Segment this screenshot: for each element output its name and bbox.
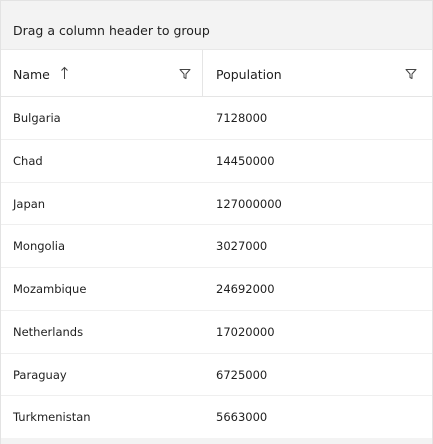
group-panel[interactable]: Drag a column header to group [1,1,432,50]
grid-rows: Bulgaria 7128000 Chad 14450000 Japan 127… [1,97,432,439]
cell-population: 7128000 [216,111,268,125]
cell-name: Mozambique [13,282,87,296]
cell-population: 6725000 [216,367,268,382]
table-row[interactable]: Mongolia 3027000 [1,225,432,268]
cell-population: 24692000 [216,282,275,296]
table-row[interactable]: Bulgaria 7128000 [1,97,432,140]
cell-population: 14450000 [216,153,275,168]
column-header-name-label: Name [13,67,50,82]
cell-name: Mongolia [13,239,66,254]
table-row[interactable]: Paraguay 6725000 [1,354,432,397]
cell-name: Japan [13,196,46,211]
column-header-population-label: Population [216,67,282,82]
table-row[interactable]: Netherlands 17020000 [1,311,432,354]
cell-name: Paraguay [13,367,67,382]
table-row[interactable]: Chad 14450000 [1,140,432,183]
filter-icon[interactable] [179,68,191,80]
cell-name: Netherlands [13,324,84,339]
cell-population: 3027000 [216,239,268,254]
data-grid: Drag a column header to group Name Popul… [0,0,433,444]
sort-ascending-icon[interactable] [60,66,69,80]
group-panel-hint: Drag a column header to group [13,23,210,38]
filter-icon[interactable] [405,68,417,80]
column-header-name[interactable]: Name [1,50,203,96]
column-header-population[interactable]: Population [203,50,432,96]
cell-name: Bulgaria [13,111,61,125]
cell-population: 17020000 [216,324,275,339]
table-row[interactable]: Mozambique 24692000 [1,268,432,311]
column-header-row: Name Population [1,50,432,97]
cell-name: Turkmenistan [13,410,91,425]
table-row[interactable]: Turkmenistan 5663000 [1,396,432,439]
cell-population: 5663000 [216,410,268,425]
cell-name: Chad [13,153,43,168]
grid-footer [1,438,432,444]
cell-population: 127000000 [216,196,282,211]
table-row[interactable]: Japan 127000000 [1,183,432,226]
